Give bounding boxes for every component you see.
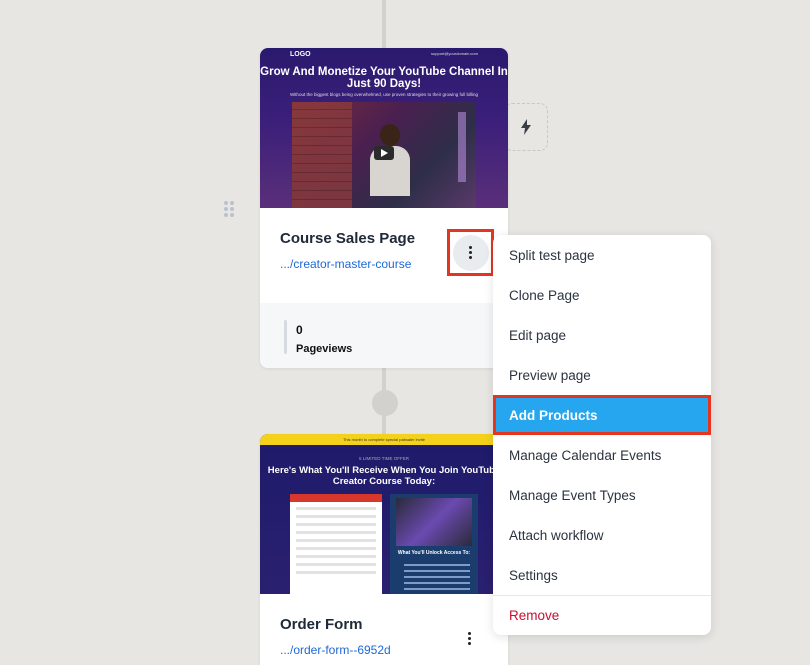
funnel-step-card-sales-page[interactable]: LOGO support@yourdomain.com Grow And Mon… — [260, 48, 508, 368]
action-trigger-box[interactable] — [504, 103, 548, 151]
page-options-button[interactable] — [468, 632, 471, 645]
page-options-button[interactable] — [452, 234, 489, 271]
drag-handle-icon[interactable] — [224, 201, 234, 217]
funnel-step-card-order-form[interactable]: This month to complete special pabsaler … — [260, 434, 508, 665]
thumbnail-promo-caption: What You'll Unlock Access To: — [397, 550, 471, 556]
page-options-menu: Split test page Clone Page Edit page Pre… — [493, 235, 711, 635]
kebab-menu-icon — [469, 246, 472, 259]
play-icon — [374, 146, 394, 160]
add-step-node[interactable] — [372, 390, 398, 416]
flow-connector-top — [382, 0, 386, 50]
menu-item-remove[interactable]: Remove — [493, 595, 711, 635]
thumbnail-email: support@yourdomain.com — [431, 51, 478, 56]
page-thumbnail: LOGO support@yourdomain.com Grow And Mon… — [260, 48, 508, 208]
menu-item-add-products[interactable]: Add Products — [493, 395, 711, 435]
thumbnail-video — [292, 102, 476, 208]
menu-item-settings[interactable]: Settings — [493, 555, 711, 595]
thumbnail-promo: What You'll Unlock Access To: — [390, 494, 478, 594]
kebab-menu-icon — [468, 632, 471, 645]
thumbnail-headline: Here's What You'll Receive When You Join… — [267, 465, 501, 487]
pageviews-count: 0 — [296, 323, 303, 337]
page-title: Order Form — [280, 616, 363, 633]
menu-item-edit-page[interactable]: Edit page — [493, 315, 711, 355]
thumbnail-headline: Grow And Monetize Your YouTube Channel I… — [260, 66, 508, 90]
menu-item-manage-event-types[interactable]: Manage Event Types — [493, 475, 711, 515]
menu-item-split-test[interactable]: Split test page — [493, 235, 711, 275]
lightning-icon — [521, 119, 531, 135]
pageviews-label: Pageviews — [296, 343, 353, 355]
thumbnail-order-form — [290, 494, 382, 594]
menu-item-clone-page[interactable]: Clone Page — [493, 275, 711, 315]
thumbnail-logo: LOGO — [290, 51, 311, 58]
page-stats: 0 Pageviews — [260, 303, 508, 368]
page-options-button-highlight — [447, 229, 494, 276]
thumbnail-subheadline: Without the biggest blogs being overwhel… — [289, 92, 479, 97]
page-thumbnail: This month to complete special pabsaler … — [260, 434, 508, 594]
menu-item-attach-workflow[interactable]: Attach workflow — [493, 515, 711, 555]
page-url-link[interactable]: .../order-form--6952d — [280, 643, 488, 657]
menu-item-manage-calendar-events[interactable]: Manage Calendar Events — [493, 435, 711, 475]
thumbnail-kicker: 5 LIMITED TIME OFFER — [359, 456, 409, 461]
menu-item-preview-page[interactable]: Preview page — [493, 355, 711, 395]
thumbnail-banner: This month to complete special pabsaler … — [342, 437, 426, 442]
